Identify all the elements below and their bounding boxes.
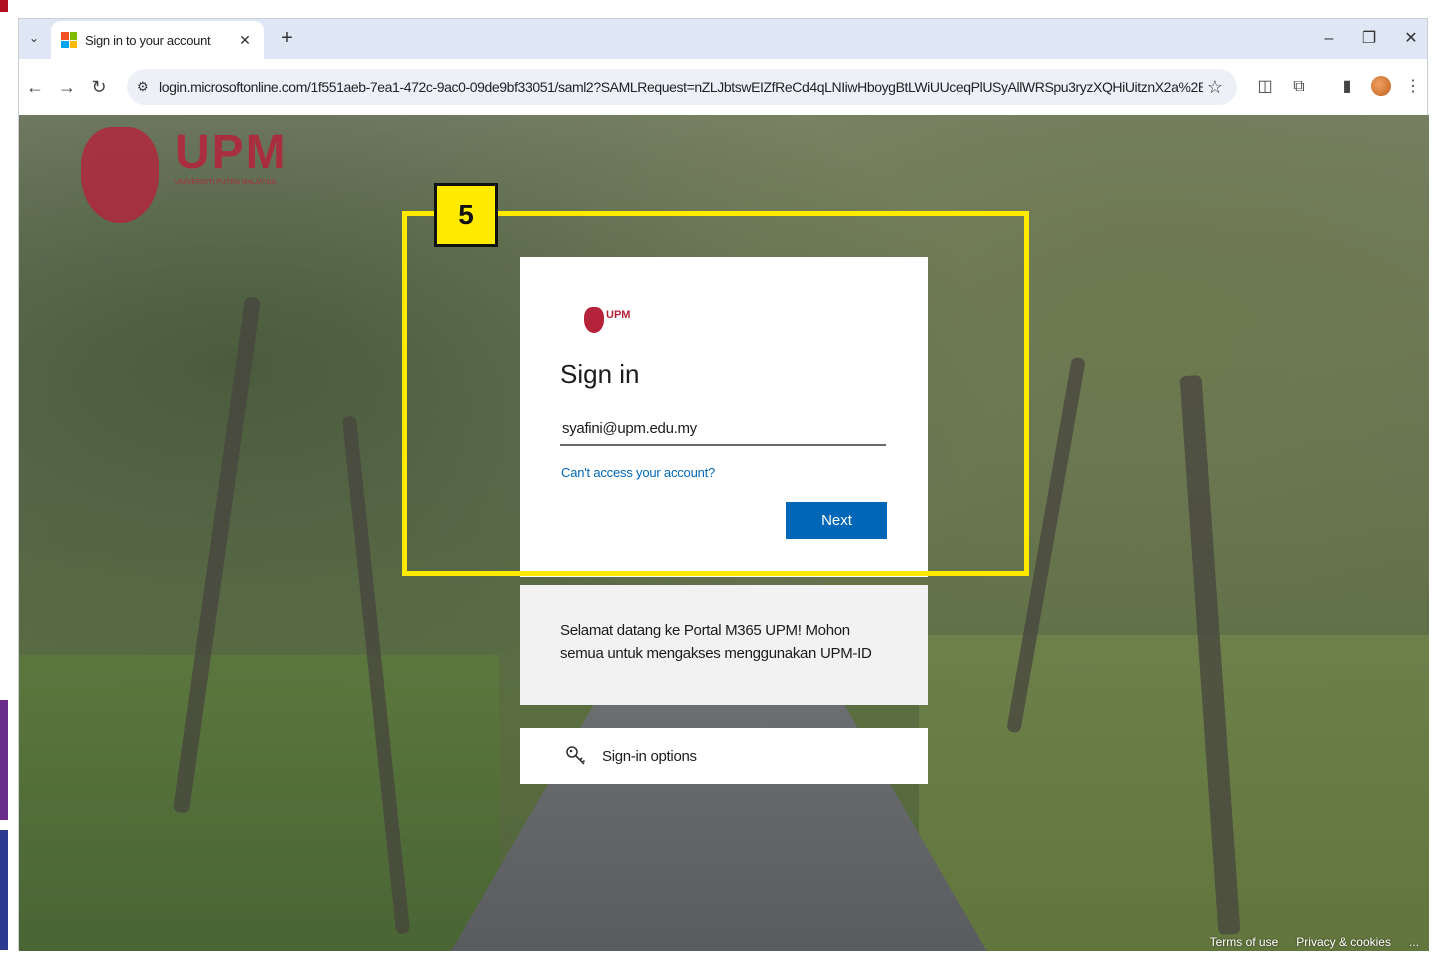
profile-avatar[interactable] [1371, 76, 1391, 96]
tab-strip: ⌄ Sign in to your account ✕ + – ❐ ✕ [19, 19, 1427, 59]
upm-brand-subtext: UNIVERSITI PUTRA MALAYSIA [175, 179, 277, 186]
tab-sign-in[interactable]: Sign in to your account ✕ [51, 21, 264, 59]
welcome-message: Selamat datang ke Portal M365 UPM! Mohon… [520, 585, 928, 705]
forward-arrow-icon[interactable]: → [55, 75, 79, 99]
terms-of-use-link[interactable]: Terms of use [1210, 935, 1279, 949]
back-arrow-icon[interactable]: ← [23, 75, 47, 99]
edge-accent [0, 830, 8, 950]
browser-window: ⌄ Sign in to your account ✕ + – ❐ ✕ ← → … [18, 18, 1429, 951]
browser-toolbar: ← → ↻ ⚙ login.microsoftonline.com/1f551a… [19, 59, 1427, 115]
upm-brand-text: UPM [175, 126, 288, 179]
camera-icon[interactable]: ◫ [1253, 75, 1277, 99]
page-viewport: UPM UNIVERSITI PUTRA MALAYSIA UPM Sign i… [19, 115, 1429, 951]
minimize-button[interactable]: – [1315, 25, 1343, 53]
extensions-puzzle-icon[interactable]: ⧉ [1287, 75, 1311, 99]
upm-shield-icon [81, 127, 159, 223]
tab-title: Sign in to your account [85, 32, 211, 48]
step-highlight-box [402, 211, 1029, 576]
reload-icon[interactable]: ↻ [87, 75, 111, 99]
url-text[interactable]: login.microsoftonline.com/1f551aeb-7ea1-… [159, 79, 1203, 95]
sign-in-options-label: Sign-in options [602, 747, 697, 765]
step-number-badge: 5 [434, 183, 498, 247]
tab-close-icon[interactable]: ✕ [236, 32, 254, 49]
menu-kebab-icon[interactable]: ⋮ [1401, 75, 1425, 99]
tab-search-chevron-icon[interactable]: ⌄ [23, 27, 45, 49]
side-panel-icon[interactable]: ▮ [1335, 75, 1359, 99]
microsoft-logo-icon [61, 32, 77, 48]
address-bar[interactable]: ⚙ login.microsoftonline.com/1f551aeb-7ea… [127, 69, 1237, 105]
sign-in-options-button[interactable]: Sign-in options [520, 728, 928, 784]
screenshot-frame: ⌄ Sign in to your account ✕ + – ❐ ✕ ← → … [0, 0, 1435, 959]
edge-accent [0, 700, 8, 820]
new-tab-button[interactable]: + [275, 27, 299, 50]
privacy-cookies-link[interactable]: Privacy & cookies [1296, 935, 1391, 949]
key-icon [566, 746, 586, 765]
bookmark-star-icon[interactable]: ☆ [1203, 77, 1227, 98]
edge-accent [0, 0, 8, 12]
site-settings-icon[interactable]: ⚙ [137, 79, 159, 95]
close-window-button[interactable]: ✕ [1397, 25, 1425, 53]
upm-banner-logo: UPM UNIVERSITI PUTRA MALAYSIA [79, 119, 319, 229]
footer-more-link[interactable]: ... [1409, 935, 1419, 949]
page-footer: Terms of use Privacy & cookies ... [1210, 935, 1419, 949]
restore-button[interactable]: ❐ [1355, 25, 1383, 53]
